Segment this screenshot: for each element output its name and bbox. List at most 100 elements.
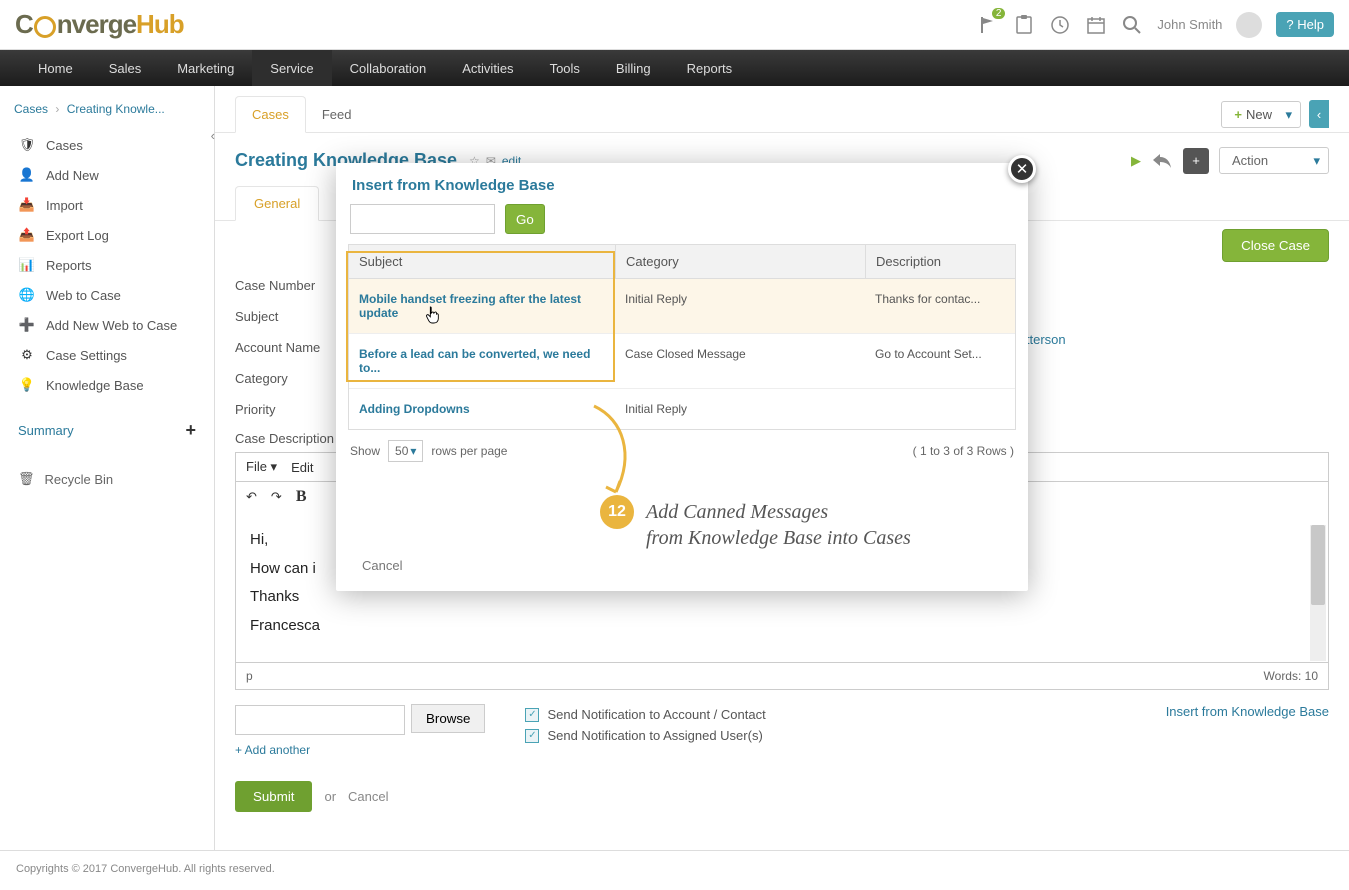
sidebar-item-knowledge-base[interactable]: 💡Knowledge Base xyxy=(0,370,214,400)
tab-cases[interactable]: Cases xyxy=(235,96,306,133)
editor-undo-icon[interactable]: ↶ xyxy=(246,489,257,505)
logo-gear-icon xyxy=(34,16,56,38)
editor-file-menu[interactable]: File ▾ xyxy=(246,459,277,475)
nav-billing[interactable]: Billing xyxy=(598,50,669,86)
kb-row[interactable]: Adding Dropdowns Initial Reply xyxy=(349,389,1015,429)
kb-header-description[interactable]: Description xyxy=(865,245,1015,278)
sidebar-item-reports[interactable]: 📊Reports xyxy=(0,250,214,280)
editor-scrollbar[interactable] xyxy=(1310,525,1326,661)
nav-home[interactable]: Home xyxy=(20,50,91,86)
brand-logo: CnvergeHub xyxy=(15,9,184,40)
file-input[interactable] xyxy=(235,705,405,735)
breadcrumb-cases[interactable]: Cases xyxy=(14,102,48,116)
search-icon[interactable] xyxy=(1121,14,1143,36)
modal-title: Insert from Knowledge Base xyxy=(336,163,1028,204)
kb-header-category[interactable]: Category xyxy=(615,245,865,278)
annotation-text: Add Canned Messages from Knowledge Base … xyxy=(646,499,911,551)
trash-icon: 🗑 xyxy=(18,471,35,487)
add-another-link[interactable]: + Add another xyxy=(235,743,485,757)
sidebar: Cases › Creating Knowle... ‹ 🛡Cases 👤Add… xyxy=(0,86,215,850)
kb-category-cell: Initial Reply xyxy=(615,279,865,333)
editor-word-count: Words: 10 xyxy=(1264,669,1318,683)
rows-per-page-select[interactable]: 50▾ xyxy=(388,440,423,462)
help-button[interactable]: ? Help xyxy=(1276,12,1334,37)
checkbox-label: Send Notification to Assigned User(s) xyxy=(547,728,762,743)
sidebar-item-add-web-to-case[interactable]: ➕Add New Web to Case xyxy=(0,310,214,340)
chevron-right-icon: › xyxy=(55,102,59,116)
editor-redo-icon[interactable]: ↷ xyxy=(271,489,282,505)
annotation-arrow xyxy=(574,400,644,510)
tab-feed[interactable]: Feed xyxy=(306,97,368,132)
submit-button[interactable]: Submit xyxy=(235,781,312,812)
editor-bold-button[interactable]: B xyxy=(296,488,307,506)
back-arrow-button[interactable]: ‹ xyxy=(1309,100,1329,128)
editor-line: Francesca xyxy=(250,612,1314,641)
nav-activities[interactable]: Activities xyxy=(444,50,531,86)
sidebar-item-cases[interactable]: 🛡 Cases xyxy=(0,130,214,160)
sidebar-recycle-bin[interactable]: 🗑 Recycle Bin xyxy=(0,447,214,511)
nav-reports[interactable]: Reports xyxy=(669,50,751,86)
shield-icon: 🛡 xyxy=(18,137,36,153)
kb-category-cell: Case Closed Message xyxy=(615,334,865,388)
user-avatar[interactable] xyxy=(1236,12,1262,38)
action-dropdown[interactable]: Action xyxy=(1219,147,1329,174)
nav-service[interactable]: Service xyxy=(252,50,331,86)
subtab-general[interactable]: General xyxy=(235,186,319,221)
sidebar-item-label: Add New xyxy=(46,168,99,183)
notifications-flag-icon[interactable]: 2 xyxy=(977,14,999,36)
kb-description-cell: Thanks for contac... xyxy=(865,279,1015,333)
modal-cancel-link[interactable]: Cancel xyxy=(362,558,402,573)
clipboard-icon[interactable] xyxy=(1013,14,1035,36)
kb-subject-link[interactable]: Mobile handset freezing after the latest… xyxy=(349,279,615,333)
checkbox-notify-contact[interactable]: ✓ xyxy=(525,708,539,722)
checkbox-notify-users[interactable]: ✓ xyxy=(525,729,539,743)
insert-from-kb-link[interactable]: Insert from Knowledge Base xyxy=(1166,704,1329,757)
sidebar-item-web-to-case[interactable]: 🌐 Web to Case xyxy=(0,280,214,310)
show-label: Show xyxy=(350,444,380,458)
nav-collaboration[interactable]: Collaboration xyxy=(332,50,445,86)
sidebar-summary[interactable]: Summary+ xyxy=(0,406,214,447)
kb-row[interactable]: Mobile handset freezing after the latest… xyxy=(349,279,1015,334)
gear-icon: ⚙ xyxy=(18,347,36,363)
nav-tools[interactable]: Tools xyxy=(532,50,598,86)
export-icon: 📤 xyxy=(18,227,36,243)
web-icon: 🌐 xyxy=(18,287,36,303)
kb-search-input[interactable] xyxy=(350,204,495,234)
main-nav: Home Sales Marketing Service Collaborati… xyxy=(0,50,1349,86)
undo-icon[interactable] xyxy=(1151,152,1173,170)
sidebar-item-label: Recycle Bin xyxy=(45,472,114,487)
kb-header-subject[interactable]: Subject xyxy=(349,245,615,278)
kb-search-go-button[interactable]: Go xyxy=(505,204,545,234)
nav-marketing[interactable]: Marketing xyxy=(159,50,252,86)
sidebar-item-case-settings[interactable]: ⚙Case Settings xyxy=(0,340,214,370)
close-case-button[interactable]: Close Case xyxy=(1222,229,1329,262)
sidebar-item-add-new[interactable]: 👤Add New xyxy=(0,160,214,190)
sidebar-item-label: Add New Web to Case xyxy=(46,318,177,333)
plus-icon[interactable]: + xyxy=(185,420,196,441)
sidebar-item-label: Cases xyxy=(46,138,83,153)
kb-subject-link[interactable]: Before a lead can be converted, we need … xyxy=(349,334,615,388)
sidebar-item-label: Web to Case xyxy=(46,288,121,303)
new-dropdown[interactable]: +New xyxy=(1221,101,1301,128)
editor-edit-menu[interactable]: Edit xyxy=(291,460,313,475)
kb-category-cell: Initial Reply xyxy=(615,389,865,429)
editor-path: p xyxy=(246,669,253,683)
or-text: or xyxy=(324,789,336,804)
play-icon[interactable]: ▶ xyxy=(1131,153,1141,169)
topbar: CnvergeHub 2 John Smith ? Help xyxy=(0,0,1349,50)
username-label[interactable]: John Smith xyxy=(1157,17,1222,32)
kb-row[interactable]: Before a lead can be converted, we need … xyxy=(349,334,1015,389)
notification-badge: 2 xyxy=(992,8,1006,19)
browse-button[interactable]: Browse xyxy=(411,704,485,733)
add-box-button[interactable]: + xyxy=(1183,148,1209,174)
nav-sales[interactable]: Sales xyxy=(91,50,160,86)
sidebar-item-export-log[interactable]: 📤Export Log xyxy=(0,220,214,250)
modal-close-button[interactable]: ✕ xyxy=(1008,155,1036,183)
clock-icon[interactable] xyxy=(1049,14,1071,36)
cancel-link[interactable]: Cancel xyxy=(348,789,388,804)
annotation-step-number: 12 xyxy=(600,495,634,529)
sidebar-item-import[interactable]: 📥Import xyxy=(0,190,214,220)
footer: Copyrights © 2017 ConvergeHub. All right… xyxy=(0,850,1349,890)
calendar-icon[interactable] xyxy=(1085,14,1107,36)
breadcrumb-current[interactable]: Creating Knowle... xyxy=(67,102,165,116)
